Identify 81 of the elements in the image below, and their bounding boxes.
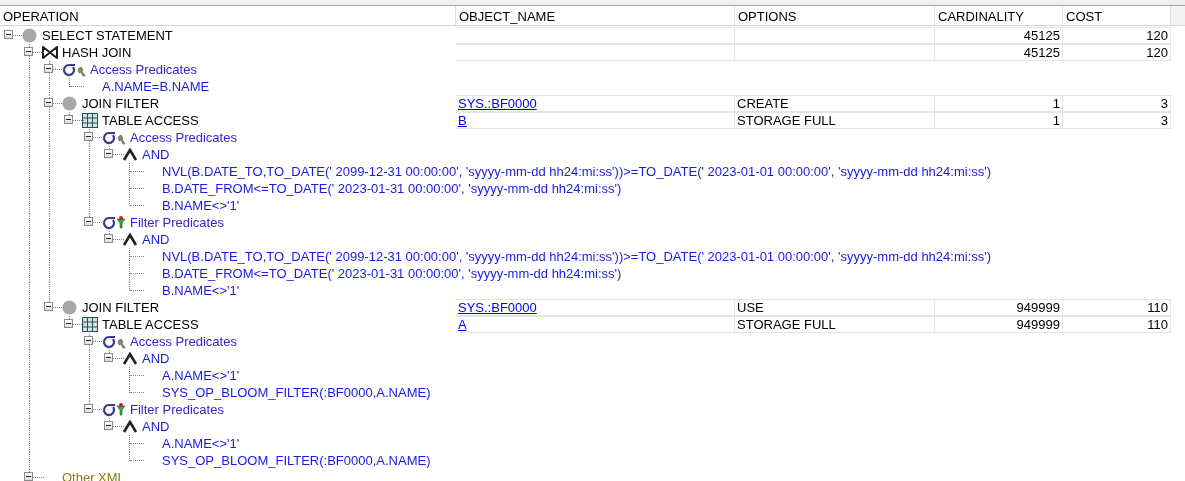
predicate-text: A.NAME=B.NAME bbox=[101, 78, 210, 95]
object-link[interactable]: A bbox=[458, 317, 467, 332]
predicate-group-label: Access Predicates bbox=[89, 61, 197, 78]
predicate-group-label: Filter Predicates bbox=[129, 401, 224, 418]
object-link[interactable]: SYS.:BF0000 bbox=[458, 300, 537, 315]
caret-icon bbox=[122, 148, 138, 161]
predicate-text: SYS_OP_BLOOM_FILTER(:BF0000,A.NAME) bbox=[161, 384, 431, 401]
predicate-group-label: Access Predicates bbox=[129, 129, 237, 146]
operation-label: TABLE ACCESS bbox=[101, 112, 199, 129]
sigma-key-icon bbox=[102, 334, 126, 349]
operation-label: JOIN FILTER bbox=[81, 299, 160, 316]
caret-icon bbox=[122, 233, 138, 246]
operation-label: AND bbox=[141, 146, 170, 163]
predicate-text: A.NAME<>'1' bbox=[161, 367, 240, 384]
predicate-group-label: Access Predicates bbox=[129, 333, 237, 350]
cost-cell: 110 bbox=[1063, 299, 1171, 316]
operation-label: JOIN FILTER bbox=[81, 95, 160, 112]
column-header[interactable]: OPERATION bbox=[0, 6, 456, 25]
collapse-toggle[interactable] bbox=[44, 64, 53, 73]
cardinality-cell: 949999 bbox=[935, 299, 1063, 316]
bowtie-icon bbox=[42, 46, 58, 59]
options-cell: STORAGE FULL bbox=[735, 112, 935, 129]
object-link[interactable]: SYS.:BF0000 bbox=[458, 96, 537, 111]
collapse-toggle[interactable] bbox=[104, 353, 113, 362]
collapse-toggle[interactable] bbox=[44, 302, 53, 311]
options-cell: CREATE bbox=[735, 95, 935, 112]
predicate-text: B.DATE_FROM<=TO_DATE(' 2023-01-31 00:00:00', 'syyyy-mm-dd hh24:mi:ss') bbox=[161, 265, 622, 282]
operation-label: AND bbox=[141, 418, 170, 435]
cardinality-cell: 1 bbox=[935, 95, 1063, 112]
collapse-toggle[interactable] bbox=[104, 149, 113, 158]
cardinality-cell: 949999 bbox=[935, 316, 1063, 333]
options-cell: STORAGE FULL bbox=[735, 316, 935, 333]
caret-icon bbox=[122, 420, 138, 433]
collapse-toggle[interactable] bbox=[84, 404, 93, 413]
collapse-toggle[interactable] bbox=[64, 319, 73, 328]
object-link[interactable]: B bbox=[458, 113, 467, 128]
collapse-toggle[interactable] bbox=[84, 336, 93, 345]
operation-label: AND bbox=[141, 350, 170, 367]
table-icon bbox=[82, 317, 98, 332]
collapse-toggle[interactable] bbox=[24, 472, 33, 481]
predicate-text: B.DATE_FROM<=TO_DATE(' 2023-01-31 00:00:00', 'syyyy-mm-dd hh24:mi:ss') bbox=[161, 180, 622, 197]
caret-icon bbox=[122, 352, 138, 365]
cardinality-cell: 45125 bbox=[935, 44, 1063, 61]
operation-label: AND bbox=[141, 231, 170, 248]
cost-cell: 3 bbox=[1063, 112, 1171, 129]
collapse-toggle[interactable] bbox=[104, 421, 113, 430]
operation-label: TABLE ACCESS bbox=[101, 316, 199, 333]
sigma-funnel-icon bbox=[102, 215, 126, 230]
collapse-toggle[interactable] bbox=[44, 98, 53, 107]
options-cell: USE bbox=[735, 299, 935, 316]
predicate-text: NVL(B.DATE_TO,TO_DATE(' 2099-12-31 00:00:00', 'syyyy-mm-dd hh24:mi:ss'))>=TO_DATE(' 2023-01-01 00:00:00', 'syyyy-mm-dd hh24:mi:ss') bbox=[161, 163, 992, 180]
collapse-toggle[interactable] bbox=[4, 30, 13, 39]
column-header[interactable]: OBJECT_NAME bbox=[456, 6, 735, 25]
operation-label: HASH JOIN bbox=[61, 44, 132, 61]
cost-cell: 120 bbox=[1063, 27, 1171, 44]
table-icon bbox=[82, 113, 98, 128]
cost-cell: 110 bbox=[1063, 316, 1171, 333]
sigma-key-icon bbox=[62, 62, 86, 77]
collapse-toggle[interactable] bbox=[104, 234, 113, 243]
cost-cell: 120 bbox=[1063, 44, 1171, 61]
predicate-group-label: Filter Predicates bbox=[129, 214, 224, 231]
cost-cell: 3 bbox=[1063, 95, 1171, 112]
collapse-toggle[interactable] bbox=[84, 217, 93, 226]
column-header[interactable]: OPTIONS bbox=[735, 6, 935, 25]
circle-icon bbox=[22, 28, 37, 43]
cardinality-cell: 1 bbox=[935, 112, 1063, 129]
predicate-text: B.NAME<>'1' bbox=[161, 197, 240, 214]
circle-icon bbox=[62, 300, 77, 315]
sigma-key-icon bbox=[102, 130, 126, 145]
cardinality-cell: 45125 bbox=[935, 27, 1063, 44]
predicate-text: A.NAME<>'1' bbox=[161, 435, 240, 452]
collapse-toggle[interactable] bbox=[24, 47, 33, 56]
collapse-toggle[interactable] bbox=[64, 115, 73, 124]
column-header[interactable]: CARDINALITY bbox=[935, 6, 1063, 25]
predicate-text: B.NAME<>'1' bbox=[161, 282, 240, 299]
collapse-toggle[interactable] bbox=[84, 132, 93, 141]
predicate-text: NVL(B.DATE_TO,TO_DATE(' 2099-12-31 00:00:00', 'syyyy-mm-dd hh24:mi:ss'))>=TO_DATE(' 2023-01-01 00:00:00', 'syyyy-mm-dd hh24:mi:ss') bbox=[161, 248, 992, 265]
predicate-text: SYS_OP_BLOOM_FILTER(:BF0000,A.NAME) bbox=[161, 452, 431, 469]
operation-label: SELECT STATEMENT bbox=[41, 27, 173, 44]
circle-icon bbox=[62, 96, 77, 111]
sigma-funnel-icon bbox=[102, 402, 126, 417]
